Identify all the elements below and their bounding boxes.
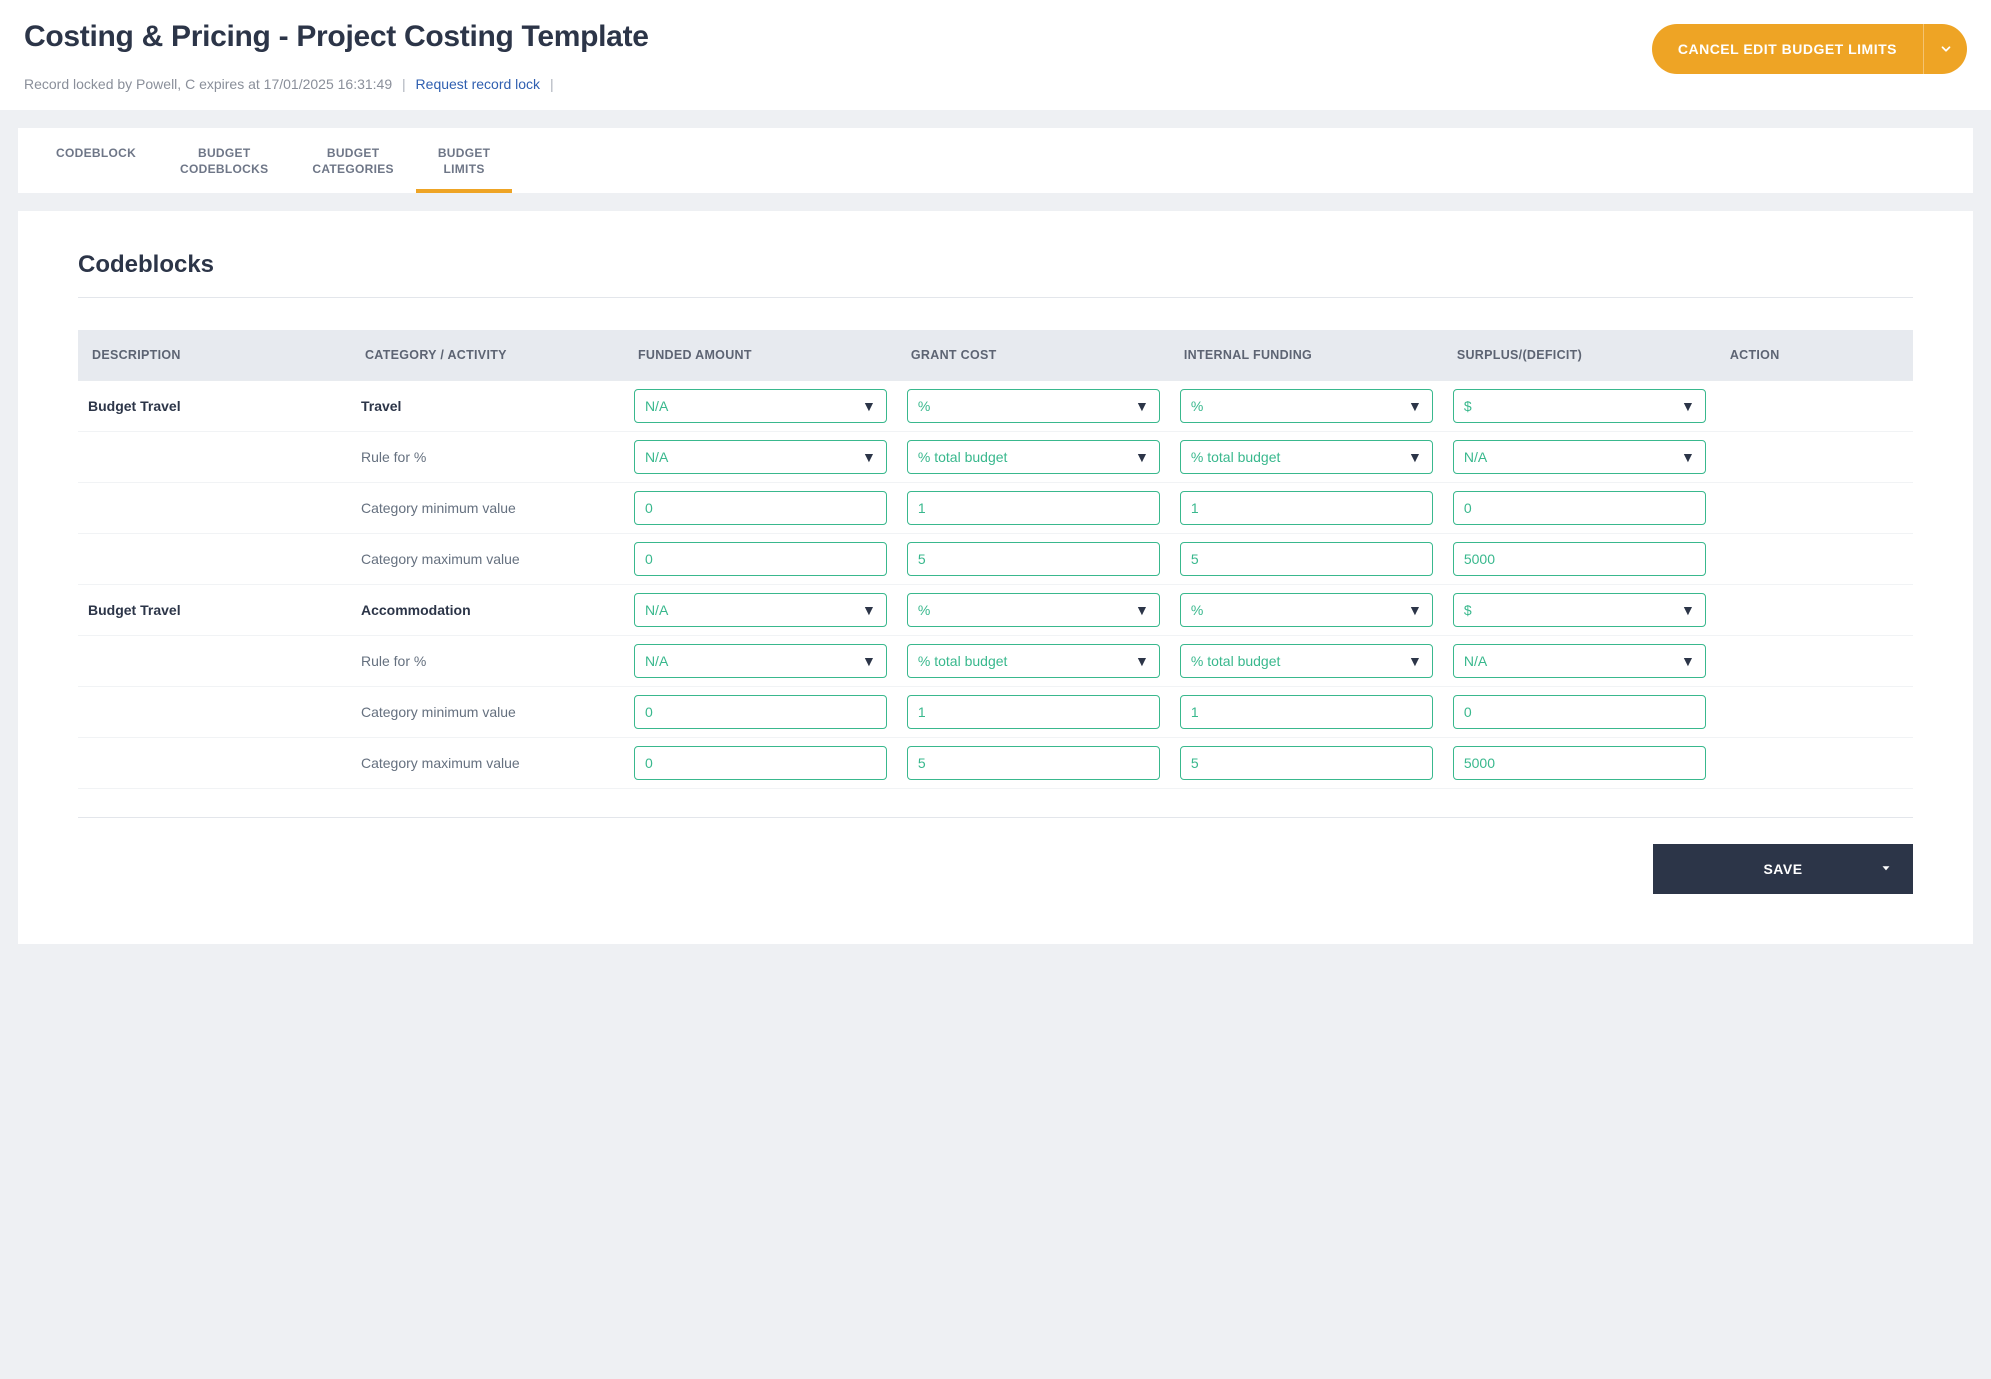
- table-row: Category minimum value: [78, 483, 1913, 534]
- grant-type-select[interactable]: %▼: [907, 593, 1160, 627]
- group-category: Accommodation: [361, 602, 471, 618]
- caret-down-icon: ▼: [1135, 602, 1149, 618]
- surplus-rule-select[interactable]: N/A▼: [1453, 644, 1706, 678]
- internal-rule-select[interactable]: % total budget▼: [1180, 440, 1433, 474]
- row-label-rule: Rule for %: [361, 449, 426, 465]
- group-description: Budget Travel: [88, 398, 181, 414]
- chevron-down-icon: [1923, 24, 1967, 74]
- save-button[interactable]: SAVE: [1653, 844, 1913, 894]
- tab-budget-categories[interactable]: BUDGET CATEGORIES: [290, 128, 415, 193]
- record-lock-line: Record locked by Powell, C expires at 17…: [24, 76, 1652, 92]
- separator: |: [544, 76, 560, 92]
- group-description: Budget Travel: [88, 602, 181, 618]
- col-internal: INTERNAL FUNDING: [1170, 330, 1443, 381]
- surplus-max-input[interactable]: [1453, 746, 1706, 780]
- caret-down-icon: ▼: [1135, 449, 1149, 465]
- request-lock-link[interactable]: Request record lock: [416, 76, 541, 92]
- divider: [78, 817, 1913, 818]
- internal-max-input[interactable]: [1180, 746, 1433, 780]
- caret-down-icon: ▼: [1135, 398, 1149, 414]
- col-action: ACTION: [1716, 330, 1913, 381]
- funded-type-select[interactable]: N/A▼: [634, 389, 887, 423]
- caret-down-icon: ▼: [1681, 602, 1695, 618]
- internal-min-input[interactable]: [1180, 695, 1433, 729]
- grant-rule-select[interactable]: % total budget▼: [907, 440, 1160, 474]
- col-surplus: SURPLUS/(DEFICIT): [1443, 330, 1716, 381]
- surplus-min-input[interactable]: [1453, 695, 1706, 729]
- funded-max-input[interactable]: [634, 542, 887, 576]
- tab-codeblock[interactable]: CODEBLOCK: [34, 128, 158, 193]
- table-row: Rule for % N/A▼ % total budget▼ % total …: [78, 636, 1913, 687]
- internal-max-input[interactable]: [1180, 542, 1433, 576]
- caret-down-icon: ▼: [1408, 602, 1422, 618]
- table-row: Budget Travel Travel N/A▼ %▼ %▼ $▼: [78, 381, 1913, 432]
- caret-down-icon: ▼: [1135, 653, 1149, 669]
- surplus-max-input[interactable]: [1453, 542, 1706, 576]
- col-funded: FUNDED AMOUNT: [624, 330, 897, 381]
- col-description: DESCRIPTION: [78, 330, 351, 381]
- caret-down-icon: ▼: [1681, 653, 1695, 669]
- tab-budget-codeblocks[interactable]: BUDGET CODEBLOCKS: [158, 128, 290, 193]
- caret-down-icon: [1879, 861, 1893, 878]
- grant-type-select[interactable]: %▼: [907, 389, 1160, 423]
- grant-max-input[interactable]: [907, 542, 1160, 576]
- grant-max-input[interactable]: [907, 746, 1160, 780]
- surplus-min-input[interactable]: [1453, 491, 1706, 525]
- funded-rule-select[interactable]: N/A▼: [634, 644, 887, 678]
- internal-type-select[interactable]: %▼: [1180, 389, 1433, 423]
- section-title: Codeblocks: [78, 251, 1913, 279]
- caret-down-icon: ▼: [1681, 449, 1695, 465]
- panel-codeblocks: Codeblocks DESCRIPTION CATEGORY / ACTIVI…: [18, 211, 1973, 944]
- cancel-button-label: CANCEL EDIT BUDGET LIMITS: [1652, 41, 1923, 57]
- col-grant: GRANT COST: [897, 330, 1170, 381]
- page-title: Costing & Pricing - Project Costing Temp…: [24, 20, 1652, 54]
- group-category: Travel: [361, 398, 401, 414]
- tab-strip: CODEBLOCK BUDGET CODEBLOCKS BUDGET CATEG…: [18, 128, 1973, 193]
- row-label-min: Category minimum value: [361, 704, 516, 720]
- internal-min-input[interactable]: [1180, 491, 1433, 525]
- caret-down-icon: ▼: [1408, 653, 1422, 669]
- record-lock-text: Record locked by Powell, C expires at 17…: [24, 76, 392, 92]
- table-row: Budget Travel Accommodation N/A▼ %▼ %▼ $…: [78, 585, 1913, 636]
- separator: |: [396, 76, 412, 92]
- caret-down-icon: ▼: [862, 449, 876, 465]
- surplus-type-select[interactable]: $▼: [1453, 593, 1706, 627]
- page-header: Costing & Pricing - Project Costing Temp…: [0, 0, 1991, 110]
- surplus-type-select[interactable]: $▼: [1453, 389, 1706, 423]
- divider: [78, 297, 1913, 298]
- col-category: CATEGORY / ACTIVITY: [351, 330, 624, 381]
- grant-rule-select[interactable]: % total budget▼: [907, 644, 1160, 678]
- budget-limits-table: DESCRIPTION CATEGORY / ACTIVITY FUNDED A…: [78, 330, 1913, 789]
- row-label-min: Category minimum value: [361, 500, 516, 516]
- caret-down-icon: ▼: [862, 653, 876, 669]
- caret-down-icon: ▼: [862, 398, 876, 414]
- funded-min-input[interactable]: [634, 695, 887, 729]
- grant-min-input[interactable]: [907, 695, 1160, 729]
- row-label-max: Category maximum value: [361, 755, 520, 771]
- surplus-rule-select[interactable]: N/A▼: [1453, 440, 1706, 474]
- save-button-label: SAVE: [1763, 861, 1802, 877]
- funded-type-select[interactable]: N/A▼: [634, 593, 887, 627]
- tab-budget-limits[interactable]: BUDGET LIMITS: [416, 128, 512, 193]
- table-row: Category minimum value: [78, 687, 1913, 738]
- row-label-rule: Rule for %: [361, 653, 426, 669]
- internal-rule-select[interactable]: % total budget▼: [1180, 644, 1433, 678]
- table-row: Rule for % N/A▼ % total budget▼ % total …: [78, 432, 1913, 483]
- table-row: Category maximum value: [78, 534, 1913, 585]
- internal-type-select[interactable]: %▼: [1180, 593, 1433, 627]
- caret-down-icon: ▼: [862, 602, 876, 618]
- caret-down-icon: ▼: [1408, 398, 1422, 414]
- caret-down-icon: ▼: [1681, 398, 1695, 414]
- funded-max-input[interactable]: [634, 746, 887, 780]
- row-label-max: Category maximum value: [361, 551, 520, 567]
- caret-down-icon: ▼: [1408, 449, 1422, 465]
- cancel-edit-budget-limits-button[interactable]: CANCEL EDIT BUDGET LIMITS: [1652, 24, 1967, 74]
- grant-min-input[interactable]: [907, 491, 1160, 525]
- funded-min-input[interactable]: [634, 491, 887, 525]
- funded-rule-select[interactable]: N/A▼: [634, 440, 887, 474]
- table-row: Category maximum value: [78, 738, 1913, 789]
